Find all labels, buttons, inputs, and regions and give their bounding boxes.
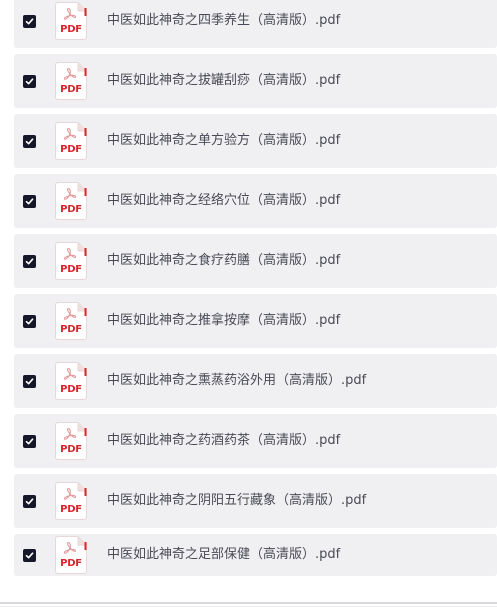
pdf-file-icon: PDF bbox=[55, 422, 87, 460]
pdf-icon-label: PDF bbox=[60, 444, 82, 455]
pdf-file-icon: PDF bbox=[55, 122, 87, 160]
bottom-divider-shadow bbox=[0, 606, 497, 607]
file-row-5[interactable]: PDF 中医如此神奇之食疗药膳（高清版）.pdf bbox=[14, 234, 497, 288]
checkbox[interactable] bbox=[23, 15, 36, 28]
checkmark-icon bbox=[25, 552, 34, 559]
file-row-8[interactable]: PDF 中医如此神奇之药酒药茶（高清版）.pdf bbox=[14, 414, 497, 468]
file-row-2[interactable]: PDF 中医如此神奇之拔罐刮痧（高清版）.pdf bbox=[14, 54, 497, 108]
file-row-6[interactable]: PDF 中医如此神奇之推拿按摩（高清版）.pdf bbox=[14, 294, 497, 348]
file-list-viewport[interactable]: PDF 中医如此神奇之四季养生（高清版）.pdf PDF 中医如此神奇之拔罐刮痧… bbox=[0, 0, 497, 608]
file-name[interactable]: 中医如此神奇之阴阳五行藏象（高清版）.pdf bbox=[107, 493, 366, 509]
file-name[interactable]: 中医如此神奇之足部保健（高清版）.pdf bbox=[107, 547, 340, 563]
pdf-icon-label: PDF bbox=[60, 384, 82, 395]
file-name[interactable]: 中医如此神奇之熏蒸药浴外用（高清版）.pdf bbox=[107, 373, 366, 389]
file-name[interactable]: 中医如此神奇之四季养生（高清版）.pdf bbox=[107, 13, 340, 29]
bottom-divider bbox=[0, 602, 497, 604]
file-row-1[interactable]: PDF 中医如此神奇之四季养生（高清版）.pdf bbox=[14, 0, 497, 48]
file-row-3[interactable]: PDF 中医如此神奇之单方验方（高清版）.pdf bbox=[14, 114, 497, 168]
checkmark-icon bbox=[25, 198, 34, 205]
file-row-4[interactable]: PDF 中医如此神奇之经络穴位（高清版）.pdf bbox=[14, 174, 497, 228]
file-name[interactable]: 中医如此神奇之拔罐刮痧（高清版）.pdf bbox=[107, 73, 340, 89]
checkbox[interactable] bbox=[23, 195, 36, 208]
checkmark-icon bbox=[25, 378, 34, 385]
checkbox[interactable] bbox=[23, 75, 36, 88]
checkbox[interactable] bbox=[23, 495, 36, 508]
pdf-icon-label: PDF bbox=[60, 204, 82, 215]
checkbox[interactable] bbox=[23, 549, 36, 562]
pdf-icon-label: PDF bbox=[60, 264, 82, 275]
pdf-icon-label: PDF bbox=[60, 324, 82, 335]
checkmark-icon bbox=[25, 78, 34, 85]
checkbox[interactable] bbox=[23, 435, 36, 448]
pdf-file-icon: PDF bbox=[55, 62, 87, 100]
pdf-file-icon: PDF bbox=[55, 242, 87, 280]
file-name[interactable]: 中医如此神奇之药酒药茶（高清版）.pdf bbox=[107, 433, 340, 449]
checkmark-icon bbox=[25, 498, 34, 505]
file-row-7[interactable]: PDF 中医如此神奇之熏蒸药浴外用（高清版）.pdf bbox=[14, 354, 497, 408]
file-name[interactable]: 中医如此神奇之单方验方（高清版）.pdf bbox=[107, 133, 340, 149]
file-name[interactable]: 中医如此神奇之食疗药膳（高清版）.pdf bbox=[107, 253, 340, 269]
pdf-file-icon: PDF bbox=[55, 482, 87, 520]
file-name[interactable]: 中医如此神奇之推拿按摩（高清版）.pdf bbox=[107, 313, 340, 329]
file-row-10[interactable]: PDF 中医如此神奇之足部保健（高清版）.pdf bbox=[14, 534, 497, 576]
pdf-file-icon: PDF bbox=[55, 302, 87, 340]
checkbox[interactable] bbox=[23, 375, 36, 388]
file-row-9[interactable]: PDF 中医如此神奇之阴阳五行藏象（高清版）.pdf bbox=[14, 474, 497, 528]
checkmark-icon bbox=[25, 18, 34, 25]
checkbox[interactable] bbox=[23, 255, 36, 268]
checkmark-icon bbox=[25, 258, 34, 265]
checkmark-icon bbox=[25, 318, 34, 325]
file-name[interactable]: 中医如此神奇之经络穴位（高清版）.pdf bbox=[107, 193, 340, 209]
pdf-file-icon: PDF bbox=[55, 182, 87, 220]
pdf-icon-label: PDF bbox=[60, 558, 82, 569]
pdf-icon-label: PDF bbox=[60, 24, 82, 35]
checkbox[interactable] bbox=[23, 135, 36, 148]
pdf-icon-label: PDF bbox=[60, 504, 82, 515]
pdf-icon-label: PDF bbox=[60, 144, 82, 155]
checkbox[interactable] bbox=[23, 315, 36, 328]
pdf-file-icon: PDF bbox=[55, 536, 87, 574]
pdf-icon-label: PDF bbox=[60, 84, 82, 95]
file-list: PDF 中医如此神奇之四季养生（高清版）.pdf PDF 中医如此神奇之拔罐刮痧… bbox=[14, 0, 497, 582]
pdf-file-icon: PDF bbox=[55, 2, 87, 40]
pdf-file-icon: PDF bbox=[55, 362, 87, 400]
checkmark-icon bbox=[25, 438, 34, 445]
checkmark-icon bbox=[25, 138, 34, 145]
